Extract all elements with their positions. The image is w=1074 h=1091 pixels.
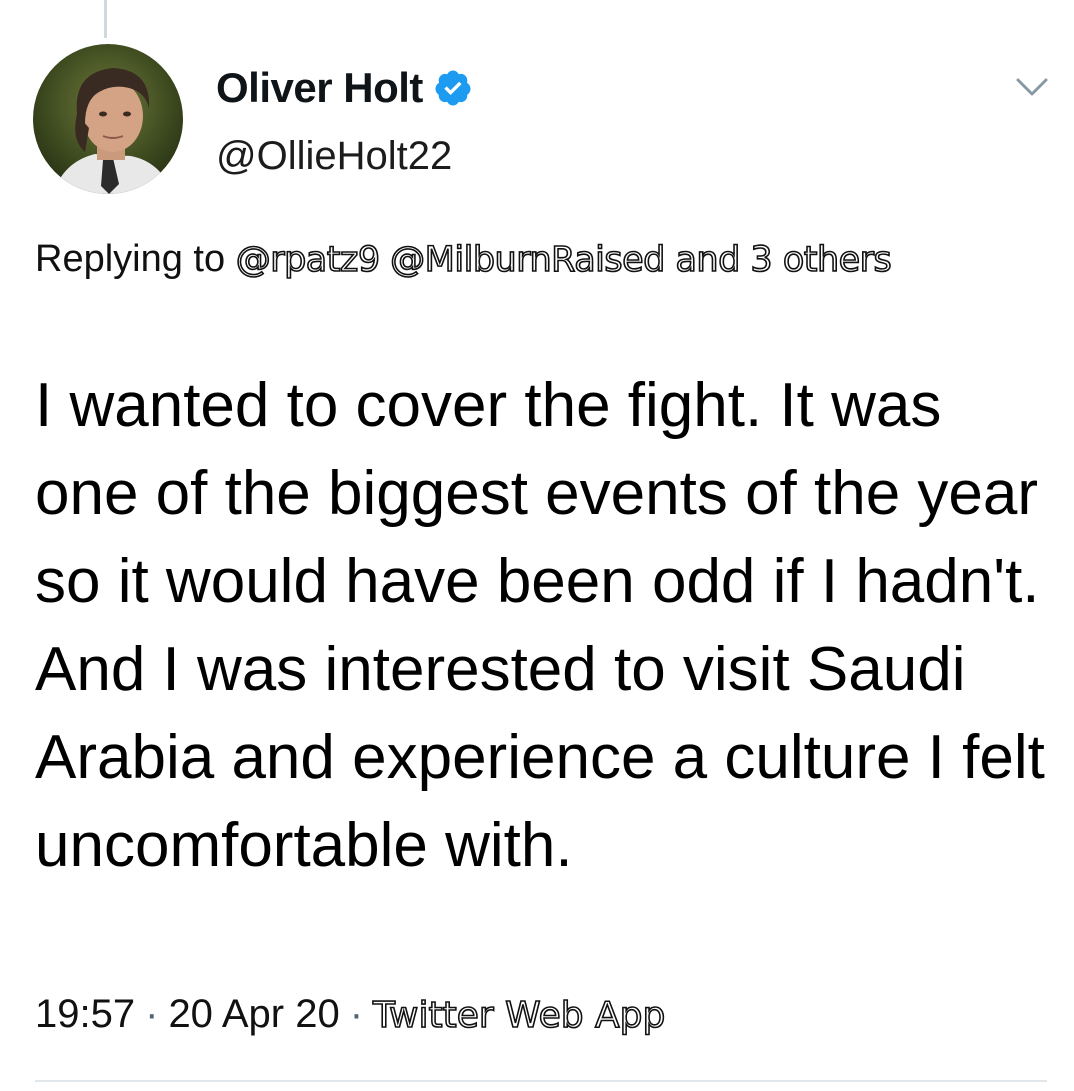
tweet-text: I wanted to cover the fight. It was one …	[35, 371, 1045, 880]
chevron-down-icon[interactable]	[1014, 74, 1050, 102]
tweet-time[interactable]: 19:57	[35, 992, 135, 1036]
mention-link[interactable]: @MilburnRaised	[389, 239, 666, 281]
tweet-meta: 19:57 · 20 Apr 20 · Twitter Web App	[35, 992, 666, 1037]
avatar-photo	[33, 44, 183, 194]
tweet-date[interactable]: 20 Apr 20	[168, 992, 339, 1036]
reply-prefix: Replying to	[35, 238, 226, 280]
thread-connector-line	[104, 0, 107, 38]
verified-badge-icon	[435, 70, 471, 106]
avatar[interactable]	[33, 44, 183, 194]
tweet-source-link[interactable]: Twitter Web App	[372, 994, 666, 1037]
meta-separator: ·	[349, 992, 364, 1036]
mention-link[interactable]: @rpatz9	[235, 239, 381, 281]
author-name[interactable]: Oliver Holt	[216, 64, 423, 112]
author-handle[interactable]: @OllieHolt22	[216, 134, 452, 179]
divider	[35, 1080, 1047, 1082]
others-link[interactable]: and 3 others	[675, 239, 893, 281]
meta-separator: ·	[145, 992, 159, 1036]
reply-context: Replying to @rpatz9 @MilburnRaised and 3…	[35, 232, 1035, 287]
author-name-row[interactable]: Oliver Holt	[216, 64, 473, 112]
